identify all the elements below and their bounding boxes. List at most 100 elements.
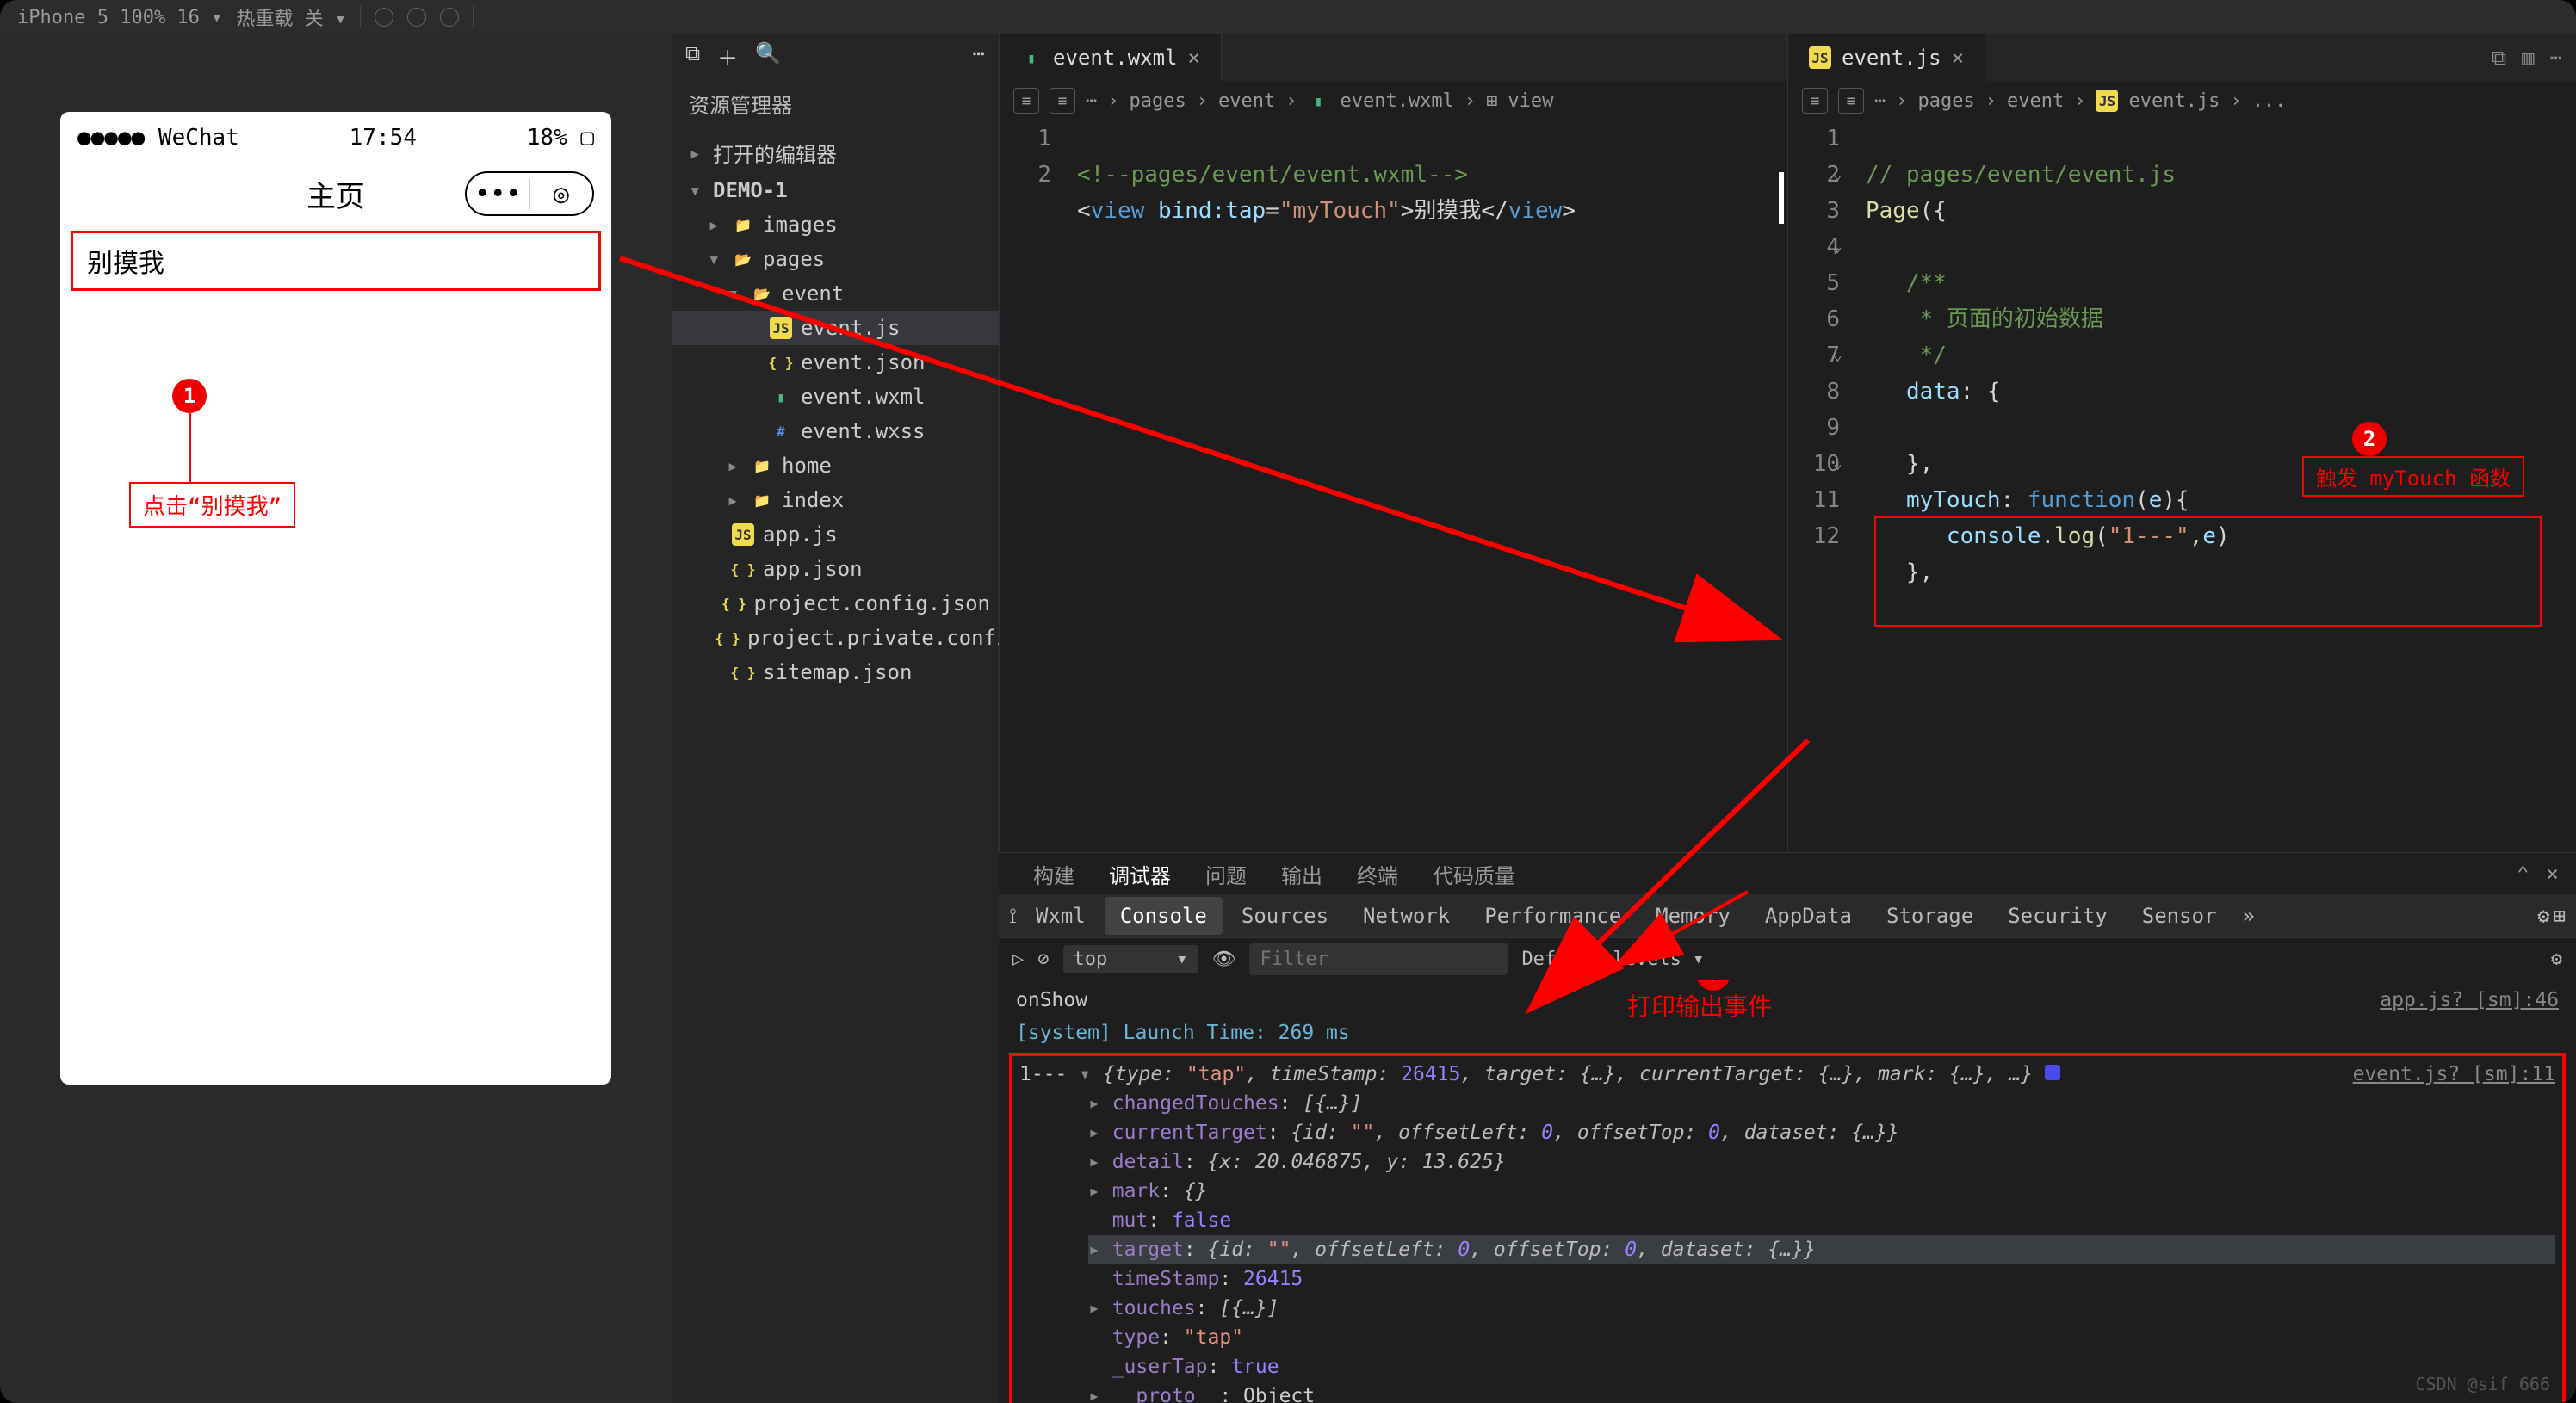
new-file-icon[interactable]: ＋ bbox=[717, 41, 738, 71]
annotation-2: 触发 myTouch 函数 bbox=[2302, 456, 2524, 497]
touch-view[interactable]: 别摸我 bbox=[71, 231, 601, 291]
menu-icon[interactable]: ••• bbox=[467, 179, 529, 209]
devtab[interactable]: Sensor bbox=[2127, 897, 2232, 935]
align-icon[interactable]: ≡ bbox=[1838, 88, 1864, 114]
file-app.js[interactable]: JSapp.js bbox=[672, 517, 999, 552]
editor-pane-wxml: ▮ event.wxml × ≡ ≡ ⋯ › pages› event› ▮ e… bbox=[999, 34, 1787, 852]
filter-input[interactable] bbox=[1249, 943, 1508, 975]
file-event.wxss[interactable]: #event.wxss bbox=[672, 414, 999, 448]
eye-icon[interactable]: 👁 bbox=[1212, 949, 1236, 970]
devtab[interactable]: AppData bbox=[1749, 897, 1867, 935]
folder-index[interactable]: ▸📁index bbox=[672, 483, 999, 517]
align-icon[interactable]: ≡ bbox=[1802, 88, 1828, 114]
dock-icon[interactable]: ⊞ bbox=[2554, 904, 2566, 928]
panel-tab[interactable]: 代码质量 bbox=[1433, 859, 1515, 889]
json-icon: { } bbox=[732, 661, 754, 683]
source-link[interactable]: app.js? [sm]:46 bbox=[2380, 986, 2559, 1015]
devtab[interactable]: Sources bbox=[1226, 897, 1344, 935]
context-selector[interactable]: top▾ bbox=[1063, 945, 1198, 973]
gear-icon[interactable]: ⚙ bbox=[2537, 904, 2549, 928]
devtab-active[interactable]: Console bbox=[1105, 897, 1223, 935]
capsule[interactable]: ••• ◎ bbox=[465, 171, 594, 216]
device-selector[interactable]: iPhone 5 100% 16 ▾ bbox=[17, 7, 222, 28]
panel-tab-active[interactable]: 调试器 bbox=[1109, 859, 1171, 889]
folder-icon: 📂 bbox=[751, 282, 773, 305]
wxml-icon: ▮ bbox=[1020, 46, 1043, 69]
breadcrumb-right[interactable]: ≡ ≡ ⋯› pages› event› JS event.js› ... bbox=[1788, 81, 2576, 121]
file-event.json[interactable]: { }event.json bbox=[672, 345, 999, 380]
levels-selector[interactable]: Default levels ▾ bbox=[1521, 949, 1704, 970]
wxml-icon: ▮ bbox=[770, 386, 792, 408]
play-icon[interactable]: ▷ bbox=[1012, 949, 1024, 970]
folder-home[interactable]: ▸📁home bbox=[672, 448, 999, 483]
carrier: ●●●●● WeChat bbox=[77, 125, 239, 151]
more-icon[interactable]: ⋯ bbox=[2550, 46, 2562, 70]
more-icon[interactable]: ⋯ bbox=[973, 41, 985, 71]
wxml-icon: ▮ bbox=[1307, 90, 1329, 112]
file-project.config.json[interactable]: { }project.config.json bbox=[672, 586, 999, 621]
page-title: 主页 bbox=[307, 173, 365, 215]
panel-tab[interactable]: 构建 bbox=[1033, 859, 1074, 889]
file-event.js[interactable]: JSevent.js bbox=[672, 311, 999, 345]
breadcrumb-left[interactable]: ≡ ≡ ⋯ › pages› event› ▮ event.wxml› ⊞vie… bbox=[1000, 81, 1787, 121]
devtools-tabs[interactable]: ⟟ Wxml Console Sources Network Performan… bbox=[999, 894, 2576, 937]
devtab[interactable]: Security bbox=[1992, 897, 2123, 935]
align-icon[interactable]: ≡ bbox=[1050, 88, 1075, 114]
open-editors-section[interactable]: ▸打开的编辑器 bbox=[672, 133, 999, 173]
folder-event[interactable]: ▾📂event bbox=[672, 276, 999, 311]
explorer-title: 资源管理器 bbox=[672, 78, 999, 129]
annotation-3: 打印输出事件 bbox=[1627, 992, 1772, 1022]
annotation-marker-2: 2 bbox=[2352, 422, 2387, 456]
folder-pages[interactable]: ▾📂pages bbox=[672, 242, 999, 276]
json-icon: { } bbox=[716, 627, 739, 649]
panel-tabs[interactable]: 构建 调试器 问题 输出 终端 代码质量 ⌃ × bbox=[999, 853, 2576, 894]
file-project.private.config...[interactable]: { }project.private.config... bbox=[672, 621, 999, 655]
mytouch-highlight bbox=[1874, 516, 2542, 627]
copy-icon[interactable]: ⧉ bbox=[685, 41, 700, 71]
devtab[interactable]: Performance bbox=[1469, 897, 1637, 935]
file-event.wxml[interactable]: ▮event.wxml bbox=[672, 380, 999, 414]
devtab[interactable]: Storage bbox=[1871, 897, 1989, 935]
folder-icon: 📂 bbox=[732, 248, 754, 270]
panel-tab[interactable]: 终端 bbox=[1357, 859, 1398, 889]
clock: 17:54 bbox=[350, 125, 417, 151]
inspect-icon[interactable]: ⟟ bbox=[1009, 904, 1017, 928]
panel-tab[interactable]: 输出 bbox=[1281, 859, 1322, 889]
close-icon[interactable]: × bbox=[2547, 862, 2559, 886]
folder-images[interactable]: ▸📁images bbox=[672, 207, 999, 242]
gear-icon[interactable]: ⚙ bbox=[2551, 949, 2562, 970]
devtab[interactable]: Memory bbox=[1640, 897, 1746, 935]
close-icon[interactable]: × bbox=[1188, 46, 1200, 70]
align-icon[interactable]: ≡ bbox=[1013, 88, 1039, 114]
toolbar-icon[interactable] bbox=[407, 8, 426, 27]
toolbar-icon[interactable] bbox=[375, 8, 393, 27]
close-icon[interactable]: × bbox=[1952, 46, 1964, 70]
project-root[interactable]: ▾DEMO-1 bbox=[672, 173, 999, 207]
json-icon: { } bbox=[732, 558, 754, 580]
search-icon[interactable]: 🔍 bbox=[755, 41, 781, 71]
panel-tab[interactable]: 问题 bbox=[1205, 859, 1247, 889]
file-sitemap.json[interactable]: { }sitemap.json bbox=[672, 655, 999, 689]
clear-icon[interactable]: ⊘ bbox=[1037, 949, 1049, 970]
source-link[interactable]: event.js? [sm]:11 bbox=[2353, 1060, 2555, 1089]
js-icon: JS bbox=[732, 523, 754, 546]
annotation-marker-1: 1 bbox=[172, 379, 207, 413]
toolbar-icon[interactable] bbox=[440, 8, 459, 27]
devtab[interactable]: Wxml bbox=[1020, 897, 1101, 935]
file-app.json[interactable]: { }app.json bbox=[672, 552, 999, 586]
explorer: ⧉ ＋ 🔍 ⋯ 资源管理器 ▸打开的编辑器 ▾DEMO-1 ▸📁images▾📂… bbox=[672, 34, 999, 1403]
chevron-up-icon[interactable]: ⌃ bbox=[2517, 862, 2529, 886]
battery: 18% ▢ bbox=[527, 125, 594, 151]
top-toolbar: iPhone 5 100% 16 ▾ 热重载 关 ▾ bbox=[0, 0, 2576, 34]
target-icon[interactable]: ◎ bbox=[530, 179, 593, 209]
more-icon[interactable]: » bbox=[2242, 904, 2254, 928]
tab-event-wxml[interactable]: ▮ event.wxml × bbox=[1000, 34, 1222, 81]
annotation-1: 点击“别摸我” bbox=[129, 482, 295, 528]
hotreload-toggle[interactable]: 热重载 关 ▾ bbox=[236, 3, 346, 31]
watermark: CSDN @sif_666 bbox=[2415, 1374, 2550, 1394]
tab-event-js[interactable]: JS event.js × bbox=[1788, 34, 1985, 81]
compare-icon[interactable]: ⧉ bbox=[2492, 46, 2506, 70]
split-icon[interactable]: ▥ bbox=[2522, 46, 2534, 70]
folder-icon: 📁 bbox=[751, 489, 773, 511]
devtab[interactable]: Network bbox=[1347, 897, 1465, 935]
